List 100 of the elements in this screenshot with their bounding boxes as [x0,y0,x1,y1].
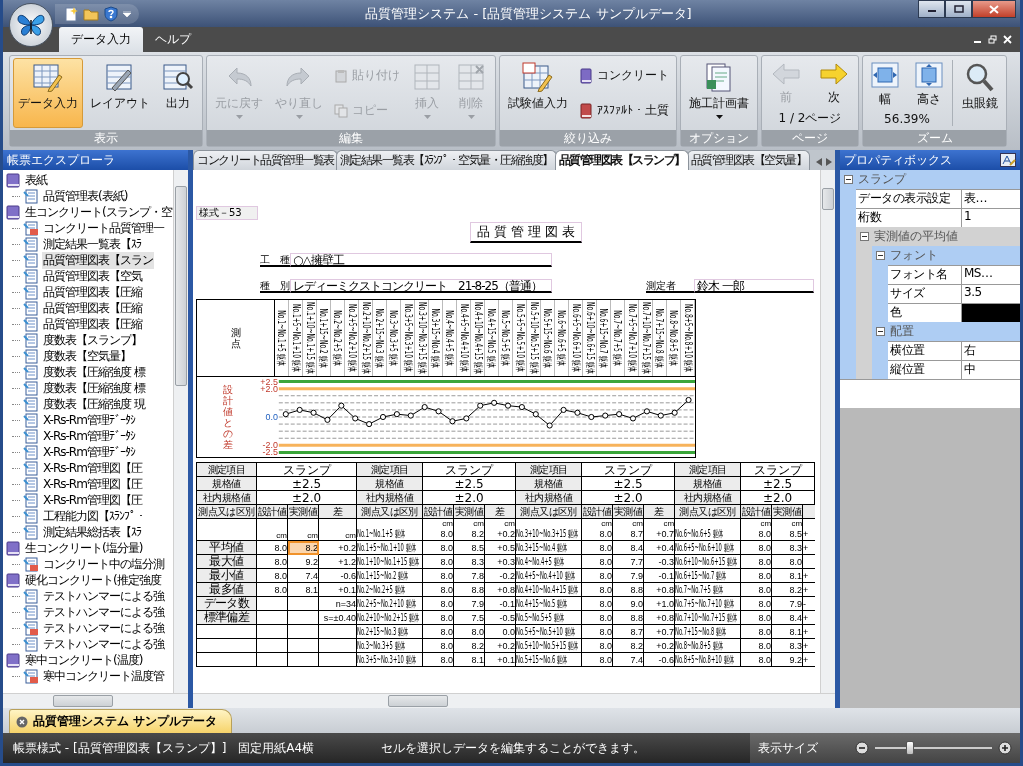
header-label: 測定項目 [207,463,246,475]
table-cell: -0.2 [499,570,515,581]
table-cell: 8.0 [599,640,612,651]
table-cell: No.1+10~No.1+15 躯体 [357,555,420,568]
header-value: スランプ [445,463,493,476]
row-label: 平均値 [209,541,244,554]
table-cell: 8.0 [599,556,612,567]
row-label: 標準偏差 [203,611,250,624]
axis-label: No.5+10~No.5+15 躯体 [527,302,541,374]
axis-label: No.5+5~No.5+10 躯体 [513,304,527,372]
table-cell: +1.2 [338,556,356,567]
table-cell: 8.2 [305,542,318,553]
row-label: 最多値 [209,583,244,596]
axis-label: No.4+10~No.4+15 躯体 [471,302,485,374]
table-cell: No.3+10~No.3+15 躯体 [516,528,579,540]
table-cell: + [803,626,809,637]
table-cell: 8.0 [440,626,453,637]
table-cell: No.7+15~No.8 躯体 [675,625,727,638]
header-label: 規格値 [375,477,404,489]
table-cell: No.1+15~No.2 躯体 [357,569,409,582]
ribbon-group-title: 編集 [207,130,495,146]
table-cell: + [803,570,809,581]
axis-label: No.3+10~No.3+15 躯体 [415,302,429,374]
table-cell: + [803,640,809,651]
table-cell: +0.7 [656,529,674,539]
table-cell: 7.5 [471,612,484,623]
axis-label: No.4+15~No.5 躯体 [485,308,499,368]
table-cell: 8.3 [789,542,802,553]
unit-label: cm [790,520,802,528]
status-text: 帳票様式 - [品質管理図表【スランプ】] 固定用紙A4横 [12,739,316,757]
table-cell: No.2+10~No.2+15 躯体 [357,611,420,624]
axis-label: No.2+10~No.2+15 躯体 [359,302,373,374]
header-label: 測定項目 [529,463,568,475]
table-cell: 8.1 [789,626,802,637]
table-cell: s=±0.40 [323,612,356,623]
column-header: 設計値 [257,505,287,517]
unit-label: cm [441,520,453,528]
unit-label: cm [344,532,356,540]
table-cell: 8.0 [789,556,802,567]
column-header: 測点又は区別 [361,505,418,517]
report-title: 品 質 管 理 図 表 [469,222,583,243]
table-cell: +0.5 [497,542,515,553]
table-cell: 8.0 [758,640,771,651]
table-cell: +1.0 [656,598,674,609]
column-header: 差 [495,505,505,517]
status-message: セルを選択しデータを編集することができます。 [381,739,646,757]
ribbon-group-title: 絞り込み [500,130,676,146]
header-value: ±2.5 [763,477,793,490]
table-cell: 7.4 [305,570,318,581]
header-label: 社内規格値 [525,491,573,503]
column-header: 差 [332,505,343,517]
panel-title: プロパティボックス [844,151,952,169]
table-cell: 8.0 [758,556,771,567]
table-cell: 8.0 [758,626,771,637]
axis-label: No.4+5~No.4+10 躯体 [457,304,471,372]
table-cell: 8.0 [440,570,453,581]
field-label: 種 別 [260,279,290,293]
table-cell: No.2+5~No.2+10 躯体 [357,597,416,610]
table-cell: No.4+10~No.4+15 躯体 [516,583,579,596]
row-label: 最小値 [209,569,244,582]
axis-label: No.1+5~No.1+10 躯体 [289,304,303,372]
header-label: 社内規格値 [684,491,732,503]
table-cell: 8.2 [789,584,802,595]
axis-label: No.7~No.7+5 躯体 [611,310,625,366]
table-cell: 8.7 [630,529,643,539]
table-cell: 8.0 [440,556,453,567]
table-cell: +0.2 [338,542,356,553]
panel-title: 帳票エクスプローラ [3,150,188,170]
header-label: 規格値 [212,477,241,489]
field-label: 工 種 [260,253,290,267]
header-label: 測定項目 [688,463,727,475]
table-cell: 8.4 [630,542,643,553]
header-value: ±2.0 [613,491,643,504]
unit-label: cm [662,520,674,528]
axis-label: No.5+15~No.6 躯体 [541,308,555,368]
table-cell: +0.8 [656,584,674,595]
header-value: ±2.0 [763,491,793,504]
table-cell: +0.4 [656,542,674,553]
ribbon-group-title: オプション [681,130,757,146]
column-header: 実測値 [772,505,802,517]
axis-label: No.6+15~No.7 躯体 [597,308,611,368]
column-header: 実測値 [454,505,484,517]
table-cell: +0.2 [497,640,515,651]
ribbon-caption: 56.39% [884,112,930,126]
table-cell: 8.0 [599,570,612,581]
table-cell: 8.0 [758,612,771,623]
unit-label: cm [275,532,287,540]
table-cell: +0.1 [497,654,515,665]
table-cell: No.5+10~No.5+15 躯体 [516,639,579,652]
table-cell: 8.3 [789,640,802,651]
table-cell: 8.8 [471,584,484,595]
table-cell: -0.1 [499,598,515,609]
header-value: ±2.0 [291,491,322,504]
table-cell: No.7+10~No.7+15 躯体 [675,611,738,624]
table-cell: 8.8 [630,612,643,623]
table-cell: 8.0 [758,570,771,581]
table-cell: No.5+5~No.5+10 躯体 [516,625,575,638]
table-cell: -0.6 [340,570,356,581]
table-cell: No.4+5~No.4+10 躯体 [516,569,575,582]
table-cell: 9.0 [630,598,643,609]
